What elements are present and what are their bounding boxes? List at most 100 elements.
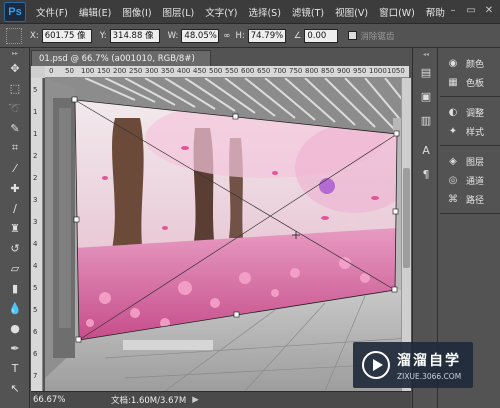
watermark-play-icon (362, 351, 390, 379)
menu-bar: Ps 文件(F) 编辑(E) 图像(I) 图层(L) 文字(Y) 选择(S) 滤… (0, 0, 500, 24)
ruler-tick: 100 (81, 67, 95, 75)
ruler-tick: 150 (97, 67, 111, 75)
restore-button[interactable]: ▭ (464, 4, 478, 18)
menu-layer[interactable]: 图层(L) (163, 5, 195, 19)
eyedropper-tool-icon[interactable]: ⁄ (0, 158, 30, 178)
menu-edit[interactable]: 编辑(E) (79, 5, 111, 19)
options-bar: X: 601.75 像 Y: 314.88 像 W: 48.05% ∞ H: 7… (0, 24, 500, 48)
h-label: H: (235, 30, 245, 41)
minimize-button[interactable]: – (446, 4, 460, 18)
paragraph-panel-icon[interactable]: ¶ (413, 162, 439, 186)
w-field[interactable]: 48.05% (181, 28, 220, 43)
ruler-corner[interactable] (31, 66, 45, 78)
path-selection-tool-icon[interactable]: ↖ (0, 378, 30, 398)
panel-swatches[interactable]: ▦ 色板 (440, 73, 500, 92)
panel-color[interactable]: ◉ 颜色 (440, 54, 500, 73)
panel-channels[interactable]: ◎ 通道 (440, 171, 500, 190)
gradient-tool-icon[interactable]: ▮ (0, 278, 30, 298)
antialias-checkbox[interactable] (348, 31, 358, 40)
panel-paths[interactable]: ⌘ 路径 (440, 190, 500, 209)
antialias-label: 消除锯齿 (360, 31, 395, 42)
ruler-tick: 650 (257, 67, 271, 75)
history-brush-tool-icon[interactable]: ↺ (0, 238, 30, 258)
ruler-tick: 5 (33, 306, 38, 314)
menu-window[interactable]: 窗口(W) (379, 5, 415, 19)
panel-adjustments[interactable]: ◐ 调整 (440, 103, 500, 122)
type-tool-icon[interactable]: T (0, 358, 30, 378)
history-panel-icon[interactable]: ▤ (413, 60, 439, 84)
panel-label: 路径 (466, 196, 485, 206)
brush-tool-icon[interactable]: ∕ (0, 198, 30, 218)
layers-icon: ◈ (449, 156, 457, 167)
move-tool-icon[interactable]: ✥ (0, 58, 30, 78)
menu-type[interactable]: 文字(Y) (205, 5, 237, 19)
ruler-tick: 500 (209, 67, 223, 75)
ruler-tick: 5 (33, 86, 38, 94)
info-panel-icon[interactable]: ▥ (413, 108, 439, 132)
ruler-tick: 400 (177, 67, 191, 75)
healing-brush-tool-icon[interactable]: ✚ (0, 178, 30, 198)
photoshop-logo: Ps (4, 1, 26, 22)
blur-tool-icon[interactable]: 💧 (0, 298, 30, 318)
ruler-tick: 550 (225, 67, 239, 75)
pen-tool-icon[interactable]: ✒ (0, 338, 30, 358)
window-controls: – ▭ ✕ (446, 4, 496, 18)
menu-view[interactable]: 视图(V) (335, 5, 368, 19)
channels-icon: ◎ (448, 175, 458, 186)
ruler-tick: 6 (33, 350, 38, 358)
panel-label: 颜色 (466, 60, 485, 70)
scrollbar-thumb[interactable] (403, 168, 410, 268)
transform-reference-icon[interactable] (6, 27, 22, 44)
eraser-tool-icon[interactable]: ▱ (0, 258, 30, 278)
x-label: X: (30, 30, 39, 41)
ruler-tick: 1050 (387, 67, 405, 75)
ruler-tick: 7 (33, 372, 38, 380)
properties-panel-icon[interactable]: ▣ (413, 84, 439, 108)
panel-label: 调整 (466, 109, 485, 119)
ruler-tick: 6 (33, 328, 38, 336)
menu-file[interactable]: 文件(F) (36, 5, 68, 19)
ruler-tick: 450 (193, 67, 207, 75)
quick-select-tool-icon[interactable]: ✎ (0, 118, 30, 138)
menu-image[interactable]: 图像(I) (122, 5, 151, 19)
ruler-left[interactable]: 5 1 1 2 2 3 3 4 4 5 5 6 6 7 (31, 78, 43, 391)
palette-icon: ◉ (448, 58, 458, 69)
panel-layers[interactable]: ◈ 图层 (440, 152, 500, 171)
document-tab[interactable]: 01.psd @ 66.7% (a001010, RGB/8#) *× (31, 50, 211, 80)
close-button[interactable]: ✕ (482, 4, 496, 18)
ruler-tick: 350 (161, 67, 175, 75)
menu-help[interactable]: 帮助 (426, 5, 445, 19)
ruler-top[interactable]: 0 50 100 150 200 250 300 350 400 450 500… (45, 66, 409, 78)
ruler-tick: 1000 (369, 67, 387, 75)
y-field[interactable]: 314.88 像 (109, 28, 160, 43)
toolbar-grip-icon: ▸▸ (11, 49, 19, 57)
lasso-tool-icon[interactable]: ➰ (0, 98, 30, 118)
ruler-tick: 800 (305, 67, 319, 75)
clone-stamp-tool-icon[interactable]: ♜ (0, 218, 30, 238)
panel-group-color: ◉ 颜色 ▦ 色板 (440, 48, 500, 97)
link-icon[interactable]: ∞ (223, 31, 230, 41)
h-field[interactable]: 74.79% (247, 28, 286, 43)
crop-tool-icon[interactable]: ⌗ (0, 138, 30, 158)
ruler-tick: 1 (33, 108, 38, 116)
marquee-tool-icon[interactable]: ⬚ (0, 78, 30, 98)
adjustments-icon: ◐ (448, 107, 458, 118)
panel-styles[interactable]: ✦ 样式 (440, 122, 500, 141)
menu-filter[interactable]: 滤镜(T) (292, 5, 324, 19)
status-menu-icon[interactable]: ▶ (192, 395, 199, 405)
menu-select[interactable]: 选择(S) (248, 5, 280, 19)
angle-icon: ∠ (293, 30, 302, 41)
ruler-tick: 900 (337, 67, 351, 75)
watermark-url: ZIXUE.3066.COM (397, 371, 462, 381)
ruler-tick: 5 (33, 284, 38, 292)
angle-field[interactable]: 0.00 (304, 28, 339, 43)
character-panel-icon[interactable]: A (413, 138, 439, 162)
menu-items: 文件(F) 编辑(E) 图像(I) 图层(L) 文字(Y) 选择(S) 滤镜(T… (36, 5, 456, 19)
panel-label: 样式 (466, 128, 485, 138)
w-label: W: (167, 30, 179, 41)
panel-group-layers: ◈ 图层 ◎ 通道 ⌘ 路径 (440, 146, 500, 214)
x-field[interactable]: 601.75 像 (41, 28, 92, 43)
strip-grip-icon: ◂◂ (422, 50, 430, 58)
dodge-tool-icon[interactable]: ● (0, 318, 30, 338)
zoom-level[interactable]: 66.67% (31, 395, 71, 405)
